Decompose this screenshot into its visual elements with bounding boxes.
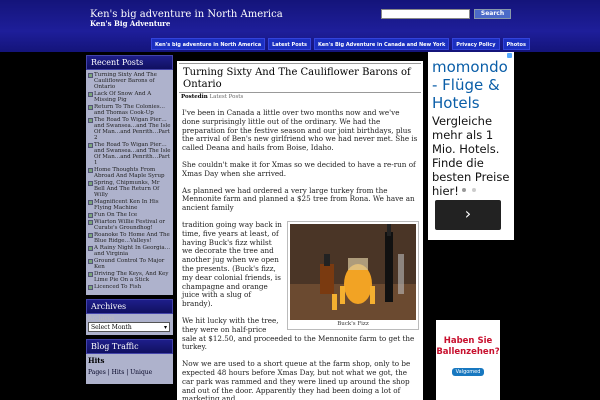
recent-post-link[interactable]: Ground Control To Major Ken [88, 258, 172, 270]
document-icon [88, 233, 93, 238]
document-icon [88, 213, 93, 218]
search-button[interactable]: Search [474, 9, 511, 19]
post-paragraph: I've been in Canada a little over two mo… [182, 108, 418, 153]
recent-post-label: The Road To Wigan Pier… and Swansea…and … [94, 142, 171, 166]
document-icon [88, 73, 93, 78]
blog-traffic-title: Blog Traffic [86, 339, 173, 354]
traffic-links[interactable]: Pages | Hits | Unique [88, 369, 171, 376]
recent-post-label: Magnificent Ken In His Flying Machine [94, 199, 159, 211]
archives-label: Archives [88, 315, 115, 322]
nav-item-latest-posts[interactable]: Latest Posts [268, 38, 311, 50]
recent-post-link[interactable]: Spring, Chipmunks, Mr Bell And The Retur… [88, 180, 172, 198]
bucks-fizz-photo [290, 223, 416, 320]
recent-post-label: Lack Of Snow And A Missing Pig [94, 91, 152, 103]
ad-valgomed[interactable]: Haben Sie Ballenzehen? Valgomed [436, 320, 500, 400]
document-icon [88, 168, 93, 173]
recent-post-label: Fun On The Ice [94, 212, 138, 218]
document-icon [88, 272, 93, 277]
archives-select-value: Select Month [91, 323, 132, 331]
site-tagline: Ken's Big Adventure [90, 19, 171, 28]
recent-post-link[interactable]: The Road To Wigan Pier… and Swansea…and … [88, 142, 172, 166]
document-icon [88, 105, 93, 110]
nav-item-privacy[interactable]: Privacy Policy [452, 38, 500, 50]
post-title[interactable]: Turning Sixty And The Cauliflower Barons… [179, 63, 421, 93]
recent-post-label: Roanoke To Home And The Blue Ridge…Valle… [94, 232, 170, 244]
recent-post-link[interactable]: Driving The Keys, And Key Lime Pie On a … [88, 271, 172, 283]
traffic-heading: Hits [88, 356, 105, 365]
arrow-right-icon[interactable]: › [435, 200, 501, 230]
ad-valgomed-headline[interactable]: Haben Sie Ballenzehen? [436, 336, 500, 358]
post-content: Turning Sixty And The Cauliflower Barons… [177, 61, 423, 400]
recent-post-label: A Rainy Night In Georgia…and Virginia [94, 245, 171, 257]
recent-posts-list: Turning Sixty And The Cauliflower Barons… [86, 70, 173, 295]
carousel-dot[interactable] [472, 188, 476, 192]
document-icon [88, 259, 93, 264]
recent-post-label: Turning Sixty And The Cauliflower Barons… [94, 72, 157, 90]
ad-momondo-body[interactable]: Vergleiche mehr als 1 Mio. Hotels. Finde… [428, 112, 514, 200]
document-icon [88, 200, 93, 205]
recent-post-link[interactable]: Roanoke To Home And The Blue Ridge…Valle… [88, 232, 172, 244]
post-photo[interactable]: Buck's Fizz [287, 220, 419, 330]
recent-post-link[interactable]: The Road To Wigan Pier… and Swansea…and … [88, 117, 172, 141]
post-meta: Postedin Latest Posts [177, 93, 423, 101]
left-sidebar: Recent Posts Turning Sixty And The Cauli… [86, 55, 173, 384]
nav-item-canada-ny[interactable]: Ken's Big Adventure in Canada and New Yo… [313, 38, 450, 50]
recent-post-link[interactable]: Fun On The Ice [88, 212, 172, 218]
document-icon [88, 92, 93, 97]
post-paragraph: She couldn't make it for Xmas so we deci… [182, 159, 416, 178]
recent-post-link[interactable]: Turning Sixty And The Cauliflower Barons… [88, 72, 172, 90]
recent-post-label: Return To The Colonies… and Thomas Cook-… [94, 104, 166, 116]
recent-post-label: Driving The Keys, And Key Lime Pie On a … [94, 271, 169, 283]
document-icon [88, 246, 93, 251]
post-category-link[interactable]: Latest Posts [209, 94, 243, 100]
site-header: Ken's big adventure in North America Ken… [0, 0, 600, 52]
chevron-down-icon: ▾ [163, 323, 167, 331]
carousel-dot[interactable] [462, 188, 466, 192]
archives-box: Archives Archives Select Month ▾ [86, 299, 173, 335]
document-icon [88, 143, 93, 148]
ad-momondo-headline[interactable]: momondo - Flüge & Hotels [428, 52, 514, 112]
recent-post-label: Licenced To Fish [94, 284, 142, 290]
blog-traffic-box: Blog Traffic Hits Pages | Hits | Unique [86, 339, 173, 384]
nav-item-photos[interactable]: Photos [502, 38, 530, 50]
post-paragraph: Now we are used to a short queue at the … [182, 359, 411, 400]
archives-title: Archives [86, 299, 173, 314]
recent-post-label: Spring, Chipmunks, Mr Bell And The Retur… [94, 180, 160, 198]
recent-post-link[interactable]: Wiarton Willie Festival or Curate's Grou… [88, 219, 172, 231]
document-icon [88, 285, 93, 290]
document-icon [88, 220, 93, 225]
recent-post-link[interactable]: Licenced To Fish [88, 284, 172, 290]
recent-post-label: The Road To Wigan Pier… and Swansea…and … [94, 117, 171, 141]
photo-caption: Buck's Fizz [337, 320, 369, 327]
recent-post-link[interactable]: Home Thoughts From Abroad And Maple Syru… [88, 167, 172, 179]
search-input[interactable] [381, 9, 470, 19]
ad-valgomed-logo: Valgomed [451, 368, 485, 376]
document-icon [88, 118, 93, 123]
archives-select[interactable]: Select Month ▾ [88, 322, 170, 332]
recent-post-label: Home Thoughts From Abroad And Maple Syru… [94, 167, 165, 179]
recent-post-label: Ground Control To Major Ken [94, 258, 165, 270]
recent-post-link[interactable]: A Rainy Night In Georgia…and Virginia [88, 245, 172, 257]
document-icon [88, 181, 93, 186]
recent-post-link[interactable]: Lack Of Snow And A Missing Pig [88, 91, 172, 103]
main-nav: Ken's big adventure in North America Lat… [151, 38, 530, 50]
recent-post-link[interactable]: Magnificent Ken In His Flying Machine [88, 199, 172, 211]
ad-momondo[interactable]: momondo - Flüge & Hotels Vergleiche mehr… [428, 52, 514, 240]
post-meta-label: Postedin [181, 94, 208, 100]
recent-post-link[interactable]: Return To The Colonies… and Thomas Cook-… [88, 104, 172, 116]
recent-post-label: Wiarton Willie Festival or Curate's Grou… [94, 219, 166, 231]
post-paragraph: As planned we had ordered a very large t… [182, 185, 415, 213]
ad-info-icon[interactable] [507, 53, 512, 58]
ad-carousel-dots [462, 188, 476, 192]
recent-posts-title: Recent Posts [86, 55, 173, 70]
nav-item-home[interactable]: Ken's big adventure in North America [151, 38, 266, 50]
